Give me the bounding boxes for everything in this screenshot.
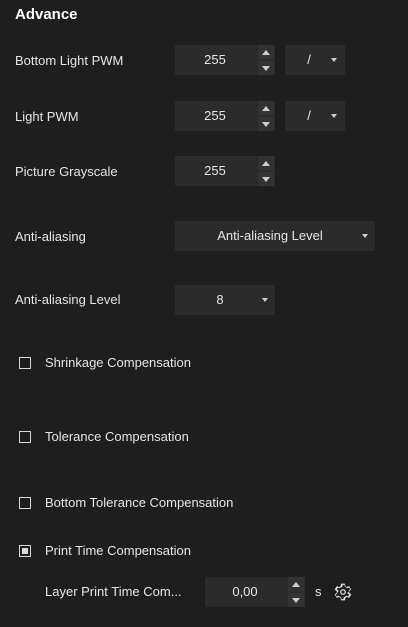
picture-grayscale-label: Picture Grayscale [15, 164, 118, 179]
bottom-light-pwm-value[interactable]: 255 [175, 45, 255, 75]
light-pwm-dropdown[interactable]: / [285, 101, 345, 131]
shrinkage-compensation-checkbox[interactable] [19, 357, 31, 369]
bottom-light-pwm-spinbox[interactable]: 255 [175, 45, 275, 75]
arrow-up-icon [262, 160, 270, 166]
picture-grayscale-value[interactable]: 255 [175, 156, 255, 186]
layer-print-time-stepper[interactable] [287, 577, 305, 607]
layer-print-time-spinbox[interactable]: 0,00 [205, 577, 305, 607]
arrow-up-icon [262, 105, 270, 111]
bottom-tolerance-compensation-checkbox[interactable] [19, 497, 31, 509]
gear-icon[interactable] [333, 582, 353, 602]
arrow-down-icon [262, 121, 270, 127]
picture-grayscale-spinbox[interactable]: 255 [175, 156, 275, 186]
checkbox-checked-indicator [22, 548, 28, 554]
arrow-up-icon [292, 581, 300, 587]
tolerance-compensation-label[interactable]: Tolerance Compensation [45, 429, 189, 444]
print-time-compensation-checkbox[interactable] [19, 545, 31, 557]
layer-print-time-value[interactable]: 0,00 [205, 577, 285, 607]
anti-aliasing-dropdown-value: Anti-aliasing Level [217, 228, 323, 243]
bottom-light-pwm-stepper[interactable] [257, 45, 275, 75]
light-pwm-spinbox[interactable]: 255 [175, 101, 275, 131]
light-pwm-stepper[interactable] [257, 101, 275, 131]
anti-aliasing-dropdown[interactable]: Anti-aliasing Level [175, 221, 375, 251]
picture-grayscale-stepper[interactable] [257, 156, 275, 186]
anti-aliasing-label: Anti-aliasing [15, 229, 86, 244]
unit-label: s [315, 584, 322, 599]
increment-button[interactable] [258, 156, 274, 170]
tolerance-compensation-checkbox[interactable] [19, 431, 31, 443]
section-title: Advance [15, 6, 78, 23]
chevron-down-icon [262, 298, 268, 302]
light-pwm-value[interactable]: 255 [175, 101, 255, 131]
increment-button[interactable] [258, 45, 274, 59]
arrow-up-icon [262, 49, 270, 55]
layer-print-time-label: Layer Print Time Com... [45, 584, 182, 599]
bottom-tolerance-compensation-label[interactable]: Bottom Tolerance Compensation [45, 495, 233, 510]
bottom-light-pwm-label: Bottom Light PWM [15, 53, 124, 68]
shrinkage-compensation-label[interactable]: Shrinkage Compensation [45, 355, 191, 370]
arrow-down-icon [262, 65, 270, 71]
light-pwm-dropdown-value: / [307, 108, 311, 123]
decrement-button[interactable] [258, 61, 274, 75]
arrow-down-icon [292, 597, 300, 603]
decrement-button[interactable] [288, 593, 304, 607]
bottom-light-pwm-dropdown[interactable]: / [285, 45, 345, 75]
light-pwm-label: Light PWM [15, 109, 79, 124]
increment-button[interactable] [288, 577, 304, 591]
bottom-light-pwm-dropdown-value: / [307, 52, 311, 67]
decrement-button[interactable] [258, 117, 274, 131]
increment-button[interactable] [258, 101, 274, 115]
anti-aliasing-level-dropdown[interactable]: 8 [175, 285, 275, 315]
anti-aliasing-level-label: Anti-aliasing Level [15, 292, 121, 307]
chevron-down-icon [331, 58, 337, 62]
print-time-compensation-label[interactable]: Print Time Compensation [45, 543, 191, 558]
decrement-button[interactable] [258, 172, 274, 186]
chevron-down-icon [362, 234, 368, 238]
arrow-down-icon [262, 176, 270, 182]
chevron-down-icon [331, 114, 337, 118]
gear-icon-svg [334, 583, 352, 601]
anti-aliasing-level-value: 8 [216, 292, 224, 307]
